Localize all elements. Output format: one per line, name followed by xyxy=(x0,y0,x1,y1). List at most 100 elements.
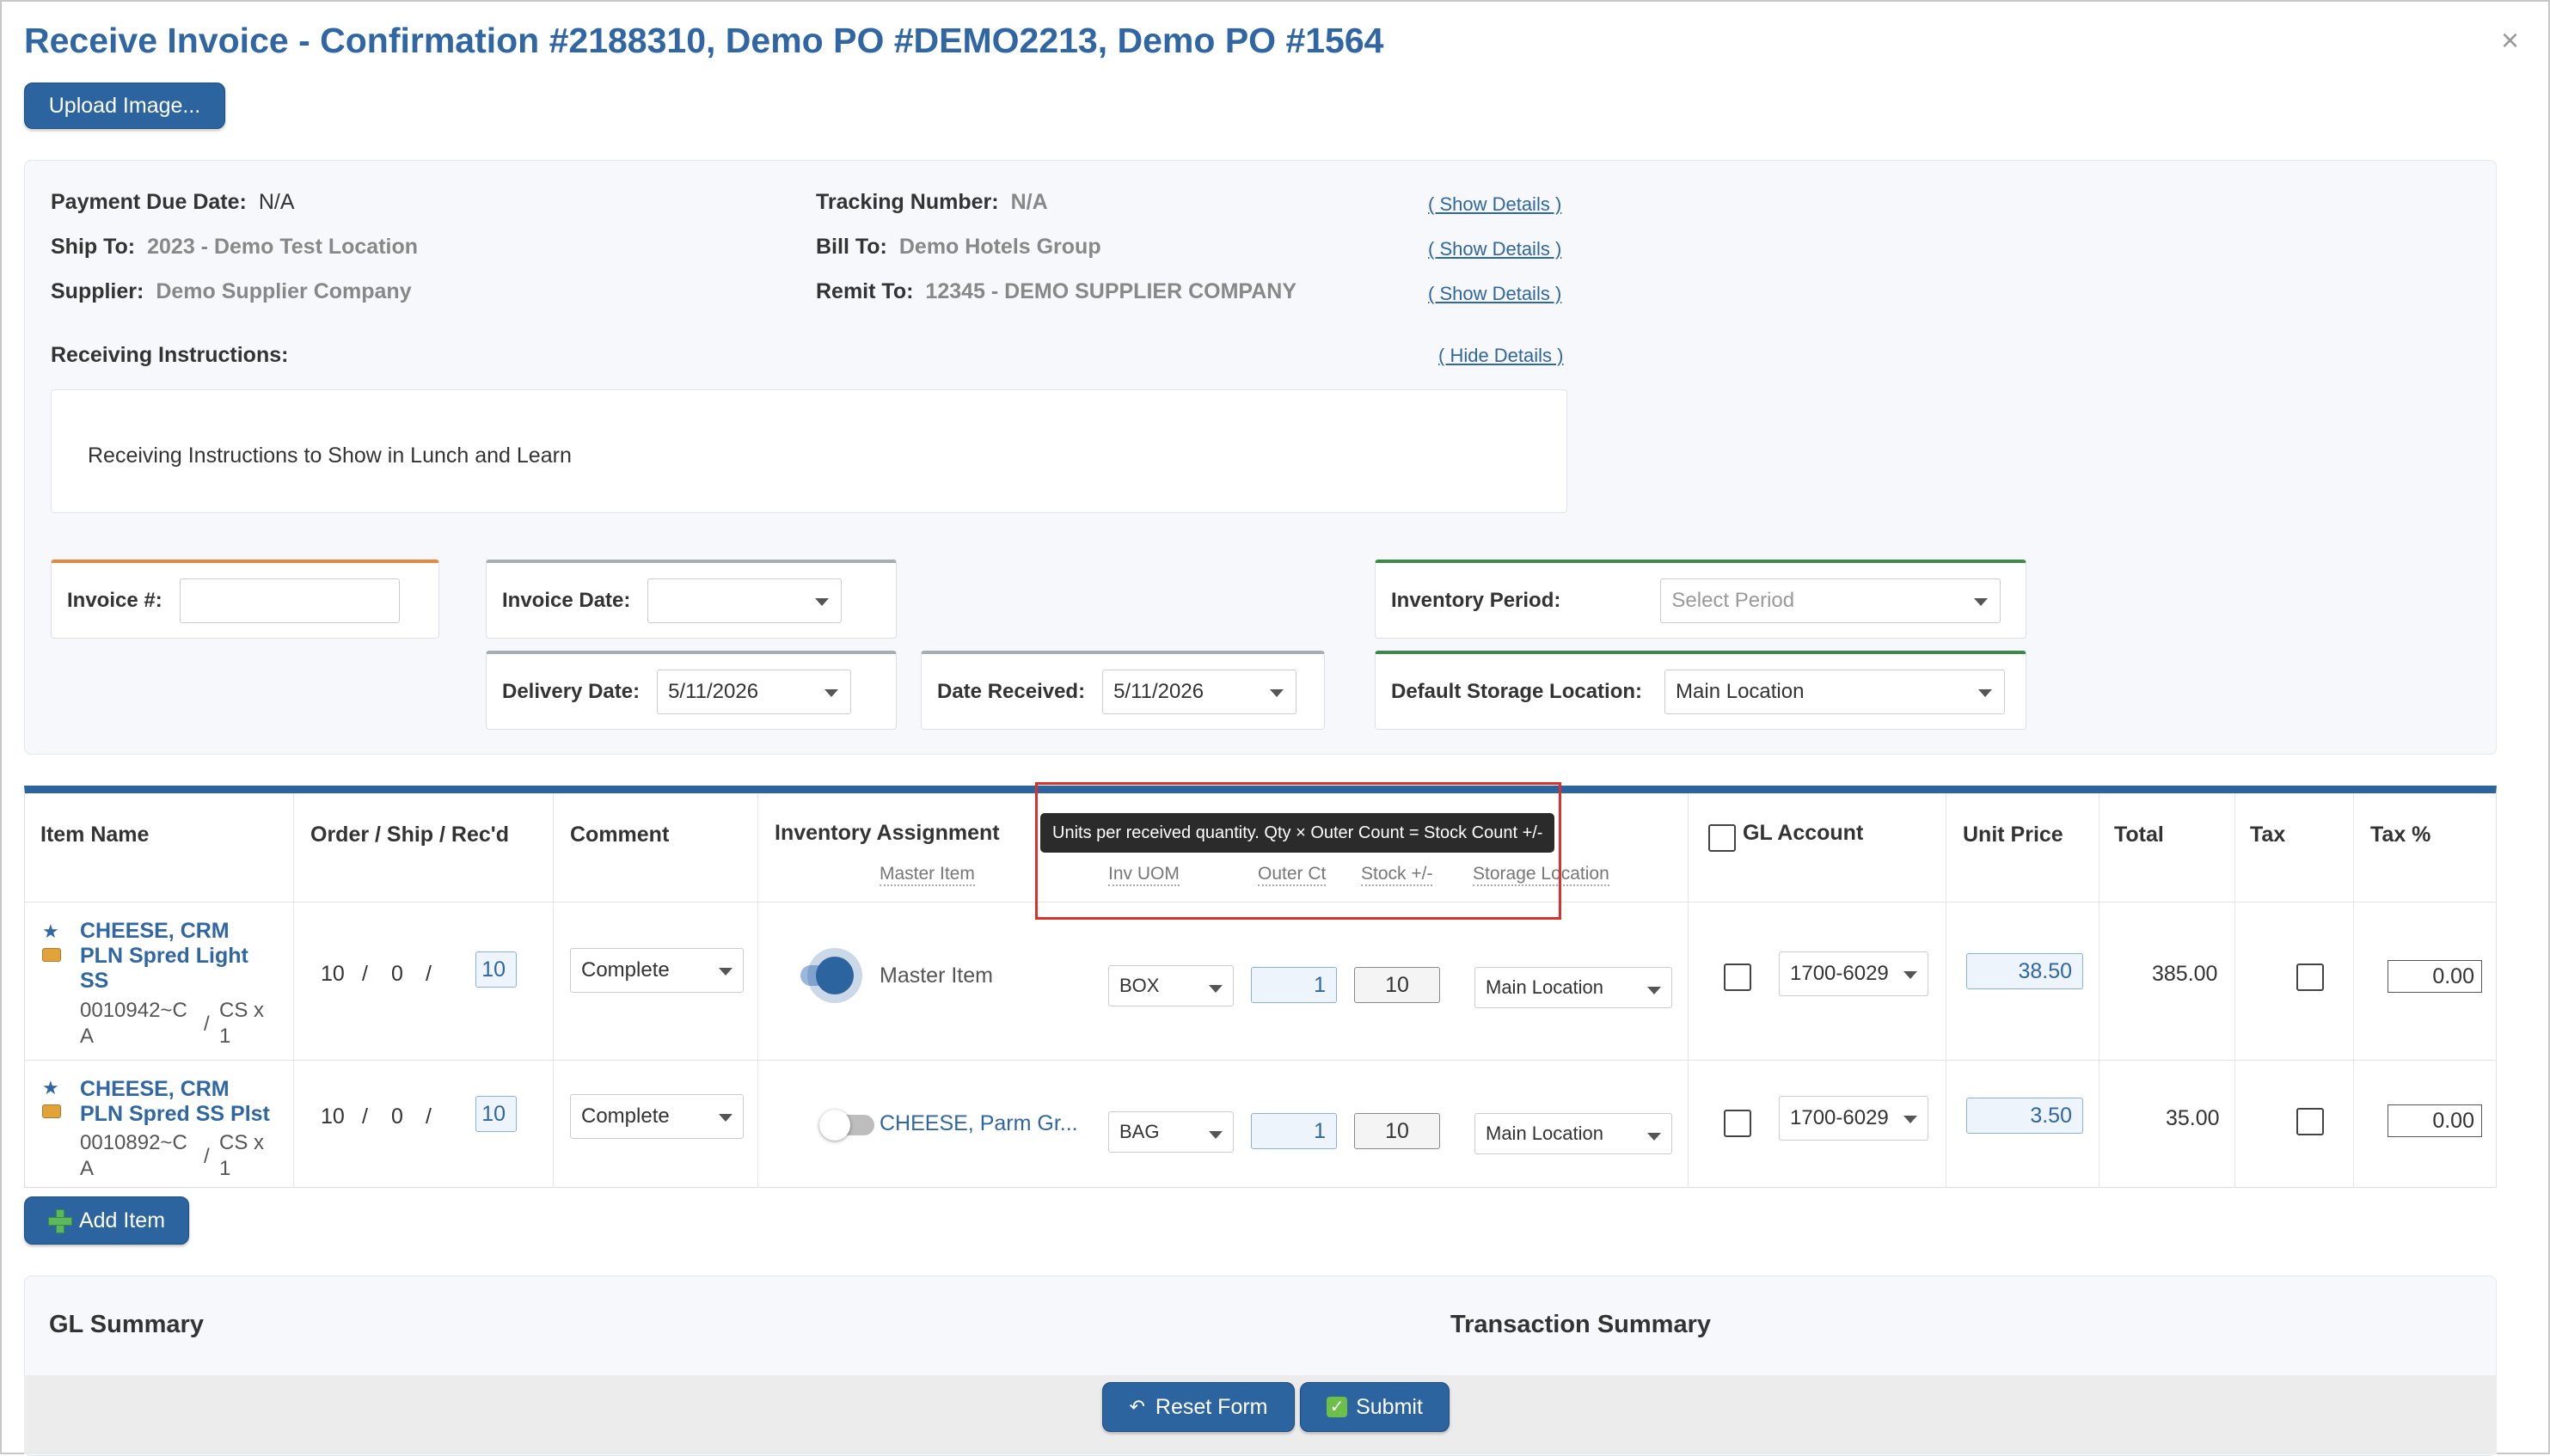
supplier: Supplier: Demo Supplier Company xyxy=(51,279,412,303)
show-details-bill-to-link[interactable]: ( Show Details ) xyxy=(1428,238,1561,260)
unit-price-input[interactable]: 38.50 xyxy=(1966,953,2083,989)
receiving-instructions-text: Receiving Instructions to Show in Lunch … xyxy=(88,444,572,468)
star-icon: ★ xyxy=(42,921,59,942)
header-total[interactable]: Total xyxy=(2114,823,2164,847)
invoice-details-panel: Payment Due Date: N/A Ship To: 2023 - Demo… xyxy=(24,160,2497,755)
item-code: 0010892~C A xyxy=(80,1131,187,1180)
gl-summary-title: GL Summary xyxy=(49,1311,204,1338)
item-code-separator: / xyxy=(204,1012,210,1036)
show-details-tracking-link[interactable]: ( Show Details ) xyxy=(1428,193,1561,216)
line-total: 385.00 xyxy=(2152,962,2218,986)
tag-icon xyxy=(42,948,61,962)
item-pack-size: CS x 1 xyxy=(219,999,265,1048)
show-details-remit-to-link[interactable]: ( Show Details ) xyxy=(1428,283,1561,305)
inv-uom-select[interactable]: BOX xyxy=(1108,965,1234,1006)
add-item-label: Add Item xyxy=(78,1208,166,1233)
received-qty-input[interactable]: 10 xyxy=(475,1096,517,1132)
unit-price-input[interactable]: 3.50 xyxy=(1966,1098,2083,1134)
submit-label: Submit xyxy=(1356,1394,1423,1419)
add-item-button[interactable]: Add Item xyxy=(24,1196,189,1245)
receive-invoice-modal: Receive Invoice - Confirmation #2188310,… xyxy=(0,0,2550,1456)
header-tax[interactable]: Tax xyxy=(2250,823,2285,847)
ship-to: Ship To: 2023 - Demo Test Location xyxy=(51,235,419,259)
invoice-number-input[interactable] xyxy=(179,578,400,623)
ship-qty: 0 xyxy=(391,1104,403,1129)
item-pack-size: CS x 1 xyxy=(219,1131,265,1180)
date-received-card: Date Received: 5/11/2026 xyxy=(921,651,1325,730)
inventory-assignment-label: Master Item xyxy=(880,964,993,988)
inv-uom-select[interactable]: BAG xyxy=(1108,1111,1234,1153)
line-total: 35.00 xyxy=(2166,1106,2220,1130)
date-received-select[interactable]: 5/11/2026 xyxy=(1102,669,1297,714)
gl-account-select[interactable]: 1700-6029 xyxy=(1779,951,1928,996)
item-name-link[interactable]: CHEESE, CRM PLN Spred SS Plst xyxy=(80,1077,270,1127)
tax-percent-input[interactable]: 0.00 xyxy=(2388,960,2482,993)
receiving-instructions-label: Receiving Instructions: xyxy=(51,343,289,367)
invoice-number-card: Invoice #: xyxy=(51,560,439,639)
gl-row-checkbox[interactable] xyxy=(1724,1110,1751,1137)
date-received-label: Date Received: xyxy=(937,679,1086,703)
master-item-toggle[interactable] xyxy=(819,1110,874,1141)
inventory-period-select[interactable]: Select Period xyxy=(1660,578,2001,623)
storage-location-select[interactable]: Main Location xyxy=(1474,1113,1672,1154)
tax-checkbox[interactable] xyxy=(2296,964,2324,991)
bill-to: Bill To: Demo Hotels Group xyxy=(816,235,1101,259)
header-tax-pct[interactable]: Tax % xyxy=(2370,823,2430,847)
outer-count-input[interactable]: 1 xyxy=(1251,1113,1337,1149)
item-code: 0010942~C A xyxy=(80,999,187,1048)
invoice-date-card: Invoice Date: xyxy=(486,560,897,639)
tracking-number: Tracking Number: N/A xyxy=(816,190,1048,214)
master-item-toggle[interactable] xyxy=(800,957,854,994)
delivery-date-card: Delivery Date: 5/11/2026 xyxy=(486,651,897,730)
stock-count-field: 10 xyxy=(1354,1113,1440,1149)
gl-row-checkbox[interactable] xyxy=(1724,964,1751,991)
header-inventory-assignment[interactable]: Inventory Assignment xyxy=(775,821,1000,846)
header-order-ship-recd[interactable]: Order / Ship / Rec'd xyxy=(310,823,509,847)
reset-form-label: Reset Form xyxy=(1155,1394,1268,1419)
header-gl-account[interactable]: GL Account xyxy=(1743,821,1863,846)
close-icon[interactable]: × xyxy=(2501,22,2519,58)
header-unit-price[interactable]: Unit Price xyxy=(1963,823,2063,847)
plus-icon xyxy=(47,1209,72,1233)
tax-percent-input[interactable]: 0.00 xyxy=(2388,1104,2482,1137)
invoice-date-select[interactable] xyxy=(647,578,843,623)
inventory-period-label: Inventory Period: xyxy=(1391,588,1561,612)
transaction-summary-title: Transaction Summary xyxy=(1450,1311,1711,1338)
invoice-number-label: Invoice #: xyxy=(67,588,162,612)
master-item-link[interactable]: CHEESE, Parm Gr... xyxy=(880,1111,1078,1136)
upload-image-button[interactable]: Upload Image... xyxy=(24,83,225,129)
inventory-period-card: Inventory Period: Select Period xyxy=(1375,560,2026,639)
ship-qty: 0 xyxy=(391,962,403,986)
outer-count-input[interactable]: 1 xyxy=(1251,967,1337,1003)
default-storage-label: Default Storage Location: xyxy=(1391,679,1643,703)
remit-to: Remit To: 12345 - DEMO SUPPLIER COMPANY xyxy=(816,279,1297,303)
qty-separator: / xyxy=(362,1104,368,1129)
delivery-date-select[interactable]: 5/11/2026 xyxy=(657,669,852,714)
storage-location-select[interactable]: Main Location xyxy=(1474,967,1672,1008)
header-item-name[interactable]: Item Name xyxy=(40,823,149,847)
check-icon: ✓ xyxy=(1327,1397,1348,1417)
submit-button[interactable]: ✓ Submit xyxy=(1300,1382,1450,1432)
reset-form-button[interactable]: ↶ Reset Form xyxy=(1102,1382,1295,1432)
hide-details-link[interactable]: ( Hide Details ) xyxy=(1438,345,1563,367)
comment-select[interactable]: Complete xyxy=(570,1094,744,1139)
qty-separator: / xyxy=(362,962,368,986)
header-comment[interactable]: Comment xyxy=(570,823,669,847)
tax-checkbox[interactable] xyxy=(2296,1108,2324,1135)
item-name-link[interactable]: CHEESE, CRM PLN Spred Light SS xyxy=(80,919,248,994)
comment-select[interactable]: Complete xyxy=(570,948,744,993)
stock-count-field: 10 xyxy=(1354,967,1440,1003)
default-storage-select[interactable]: Main Location xyxy=(1664,669,2006,714)
undo-icon: ↶ xyxy=(1129,1396,1145,1417)
subheader-master-item: Master Item xyxy=(880,864,975,886)
star-icon: ★ xyxy=(42,1077,59,1098)
received-qty-input[interactable]: 10 xyxy=(475,951,517,988)
payment-due-date: Payment Due Date: N/A xyxy=(51,190,295,214)
delivery-date-label: Delivery Date: xyxy=(502,679,641,703)
qty-separator: / xyxy=(426,1104,432,1129)
default-storage-card: Default Storage Location: Main Location xyxy=(1375,651,2026,730)
gl-account-select[interactable]: 1700-6029 xyxy=(1779,1096,1928,1141)
highlight-box xyxy=(1035,782,1561,920)
gl-select-all-checkbox[interactable] xyxy=(1708,824,1736,852)
page-title: Receive Invoice - Confirmation #2188310,… xyxy=(24,21,1384,60)
